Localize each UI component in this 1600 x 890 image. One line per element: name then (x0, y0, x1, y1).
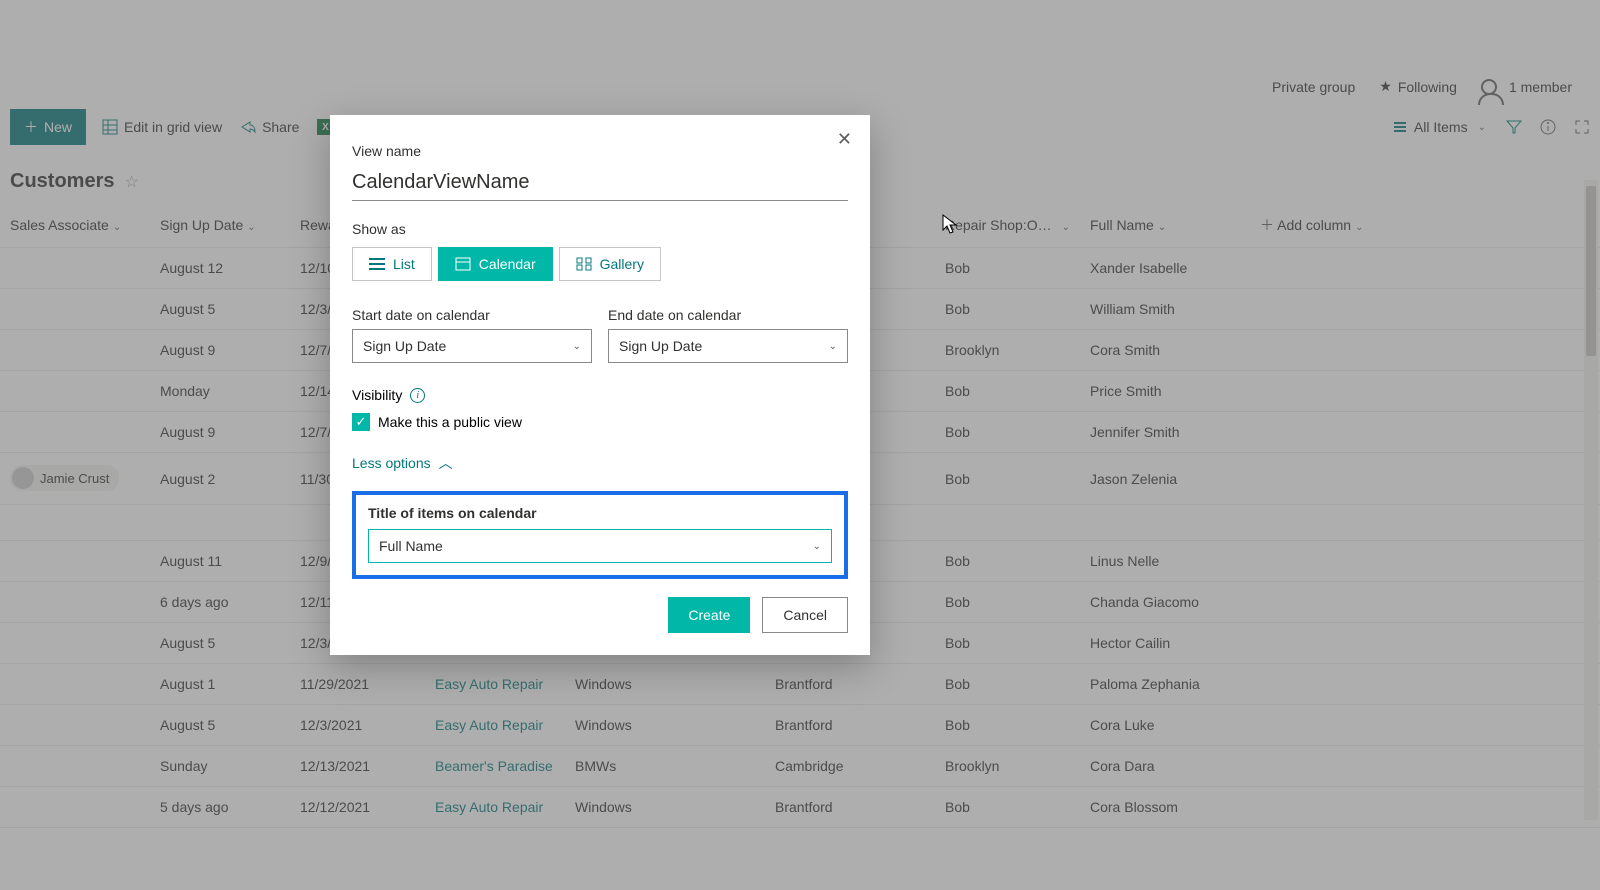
show-as-calendar-label: Calendar (479, 256, 536, 272)
show-as-list[interactable]: List (352, 247, 432, 281)
end-date-value: Sign Up Date (619, 338, 702, 354)
info-circle-icon[interactable]: i (410, 388, 425, 403)
title-items-value: Full Name (379, 538, 443, 554)
title-items-select[interactable]: Full Name ⌄ (368, 529, 832, 563)
view-name-input[interactable] (352, 165, 848, 201)
end-date-select[interactable]: Sign Up Date ⌄ (608, 329, 848, 363)
show-as-label: Show as (352, 221, 848, 237)
title-items-label: Title of items on calendar (368, 505, 832, 521)
start-date-select[interactable]: Sign Up Date ⌄ (352, 329, 592, 363)
gallery-icon (576, 257, 592, 271)
end-date-label: End date on calendar (608, 307, 848, 323)
title-of-items-highlight: Title of items on calendar Full Name ⌄ (352, 491, 848, 579)
chevron-down-icon: ⌄ (813, 541, 821, 552)
create-button[interactable]: Create (668, 597, 750, 633)
cancel-button[interactable]: Cancel (762, 597, 848, 633)
chevron-down-icon: ⌄ (829, 341, 837, 352)
show-as-calendar[interactable]: Calendar (438, 247, 553, 281)
list-icon (369, 257, 385, 271)
close-button[interactable]: ✕ (837, 129, 852, 150)
show-as-group: List Calendar Gallery (352, 247, 848, 281)
public-view-checkbox[interactable]: ✓ (352, 413, 370, 431)
visibility-label: Visibility (352, 387, 402, 403)
public-view-label: Make this a public view (378, 414, 522, 430)
start-date-value: Sign Up Date (363, 338, 446, 354)
chevron-up-icon: ︿ (439, 453, 453, 473)
create-view-dialog: ✕ View name Show as List Calendar Galler… (330, 115, 870, 655)
calendar-icon (455, 257, 471, 271)
view-name-label: View name (352, 143, 848, 159)
chevron-down-icon: ⌄ (573, 341, 581, 352)
show-as-gallery[interactable]: Gallery (559, 247, 661, 281)
less-options-label: Less options (352, 455, 431, 471)
less-options-toggle[interactable]: Less options ︿ (352, 453, 848, 473)
start-date-label: Start date on calendar (352, 307, 592, 323)
show-as-gallery-label: Gallery (600, 256, 644, 272)
show-as-list-label: List (393, 256, 415, 272)
